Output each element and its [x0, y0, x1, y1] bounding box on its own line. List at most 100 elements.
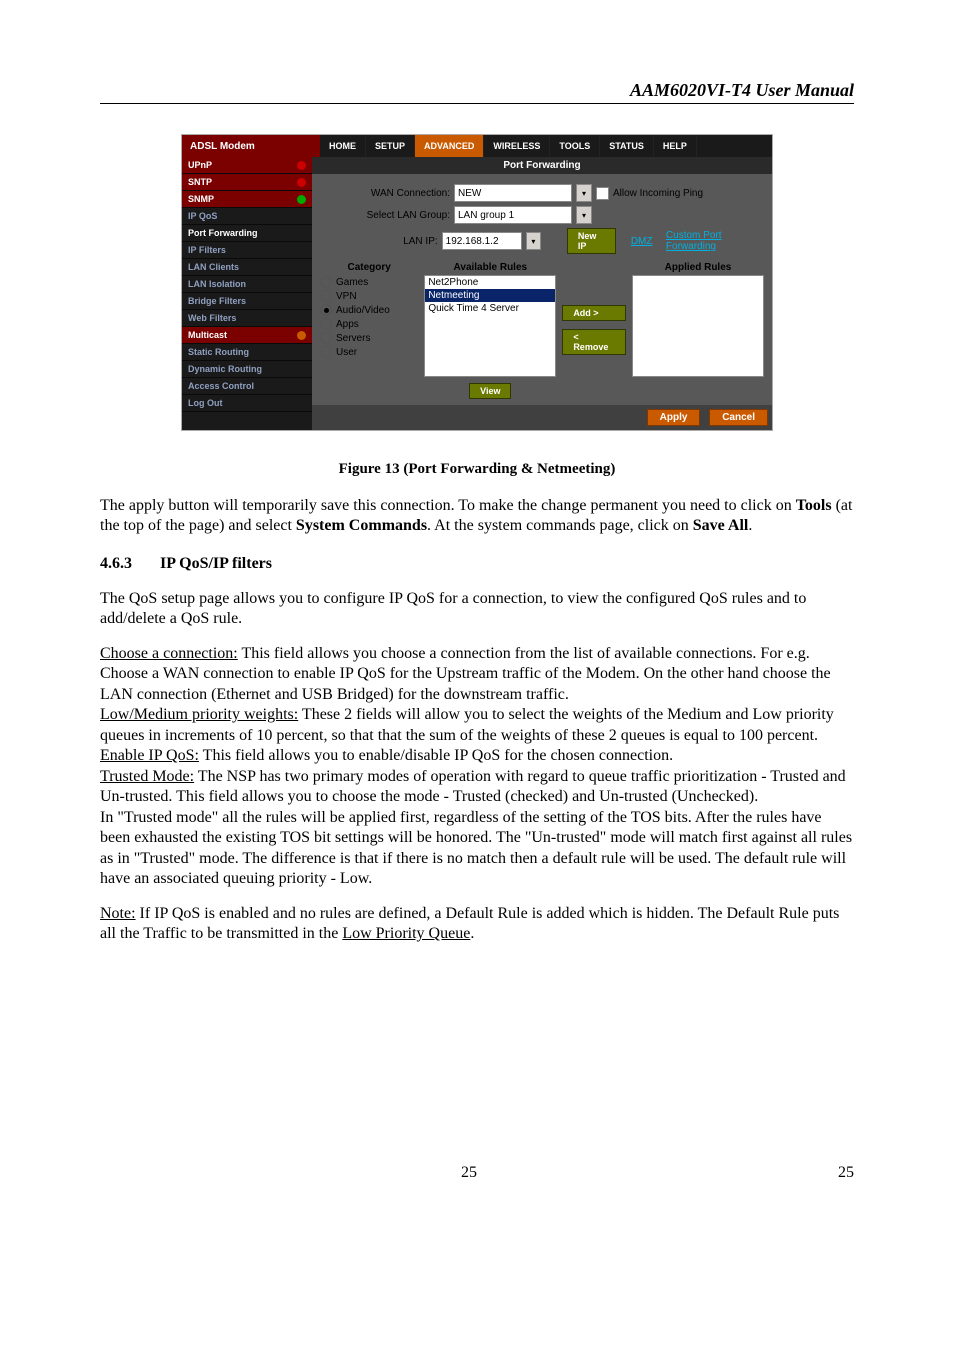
sidebar-label: Log Out [188, 398, 223, 408]
radio-icon [320, 346, 332, 358]
sidebar: UPnP SNTP SNMP IP QoS Port Forwarding IP… [182, 157, 312, 430]
sidebar-item-multicast[interactable]: Multicast [182, 327, 312, 344]
radio-label: Games [336, 277, 368, 288]
screenshot-port-forwarding: ADSL Modem HOME SETUP ADVANCED WIRELESS … [181, 134, 773, 431]
tab-wireless[interactable]: WIRELESS [484, 135, 550, 157]
section-heading: 4.6.3IP QoS/IP filters [100, 555, 854, 573]
sidebar-item-ip-filters[interactable]: IP Filters [182, 242, 312, 259]
sidebar-item-web-filters[interactable]: Web Filters [182, 310, 312, 327]
panel-footer: Apply Cancel [312, 405, 772, 430]
lan-ip-select[interactable]: 192.168.1.2 [442, 232, 522, 250]
applied-rules-header: Applied Rules [632, 260, 764, 275]
rule-item[interactable]: Net2Phone [425, 276, 555, 289]
dmz-link[interactable]: DMZ [631, 236, 653, 247]
sidebar-item-dynamic-routing[interactable]: Dynamic Routing [182, 361, 312, 378]
status-dot-icon [297, 331, 306, 340]
sidebar-item-access-control[interactable]: Access Control [182, 378, 312, 395]
dropdown-icon[interactable]: ▾ [576, 206, 592, 224]
sidebar-label: UPnP [188, 160, 212, 170]
sidebar-label: Multicast [188, 330, 227, 340]
sidebar-label: IP QoS [188, 211, 217, 221]
tab-setup[interactable]: SETUP [366, 135, 415, 157]
category-radio-games[interactable]: Games [320, 275, 418, 289]
applied-rules-list[interactable] [632, 275, 764, 377]
top-nav: ADSL Modem HOME SETUP ADVANCED WIRELESS … [182, 135, 772, 157]
radio-icon [320, 332, 332, 344]
sidebar-item-port-forwarding[interactable]: Port Forwarding [182, 225, 312, 242]
sidebar-label: SNMP [188, 194, 214, 204]
available-rules-header: Available Rules [424, 260, 556, 275]
radio-label: Apps [336, 319, 359, 330]
wan-connection-label: WAN Connection: [320, 188, 450, 199]
sidebar-label: Bridge Filters [188, 296, 246, 306]
page-number-right: 25 [838, 1164, 854, 1182]
wan-connection-select[interactable]: NEW [454, 184, 572, 202]
sidebar-label: Access Control [188, 381, 254, 391]
apply-button[interactable]: Apply [647, 409, 701, 426]
rule-item[interactable]: Quick Time 4 Server [425, 302, 555, 315]
available-rules-list[interactable]: Net2Phone Netmeeting Quick Time 4 Server [424, 275, 556, 377]
category-radio-servers[interactable]: Servers [320, 331, 418, 345]
tab-advanced[interactable]: ADVANCED [415, 135, 484, 157]
page-header: AAM6020VI-T4 User Manual [100, 80, 854, 104]
radio-label: User [336, 347, 357, 358]
sidebar-label: LAN Isolation [188, 279, 246, 289]
sidebar-item-static-routing[interactable]: Static Routing [182, 344, 312, 361]
radio-icon [320, 318, 332, 330]
radio-icon [320, 304, 332, 316]
sidebar-label: Static Routing [188, 347, 249, 357]
custom-port-forwarding-link[interactable]: Custom Port Forwarding [666, 230, 764, 252]
page-footer: 25 25 [100, 1164, 854, 1182]
dropdown-icon[interactable]: ▾ [576, 184, 592, 202]
remove-button[interactable]: < Remove [562, 329, 626, 355]
tab-tools[interactable]: TOOLS [550, 135, 600, 157]
figure-caption: Figure 13 (Port Forwarding & Netmeeting) [100, 461, 854, 478]
sidebar-item-snmp[interactable]: SNMP [182, 191, 312, 208]
radio-label: Servers [336, 333, 370, 344]
paragraph-trusted-mode: Trusted Mode: The NSP has two primary mo… [100, 767, 854, 808]
tab-help[interactable]: HELP [654, 135, 697, 157]
category-radio-user[interactable]: User [320, 345, 418, 359]
paragraph-trusted-detail: In "Trusted mode" all the rules will be … [100, 808, 854, 890]
sidebar-label: Port Forwarding [188, 228, 258, 238]
sidebar-item-sntp[interactable]: SNTP [182, 174, 312, 191]
cancel-button[interactable]: Cancel [709, 409, 768, 426]
category-radio-vpn[interactable]: VPN [320, 289, 418, 303]
sidebar-label: LAN Clients [188, 262, 239, 272]
sidebar-label: Dynamic Routing [188, 364, 262, 374]
tab-home[interactable]: HOME [320, 135, 366, 157]
tab-status[interactable]: STATUS [600, 135, 654, 157]
paragraph-enable-qos: Enable IP QoS: This field allows you to … [100, 746, 854, 766]
lan-group-label: Select LAN Group: [320, 210, 450, 221]
lan-ip-label: LAN IP: [320, 236, 438, 247]
view-button[interactable]: View [469, 383, 511, 399]
sidebar-label: Web Filters [188, 313, 236, 323]
sidebar-item-upnp[interactable]: UPnP [182, 157, 312, 174]
radio-icon [320, 290, 332, 302]
sidebar-item-ipqos[interactable]: IP QoS [182, 208, 312, 225]
main-panel: Port Forwarding WAN Connection: NEW ▾ Al… [312, 157, 772, 430]
sidebar-item-bridge-filters[interactable]: Bridge Filters [182, 293, 312, 310]
brand-label: ADSL Modem [182, 135, 320, 157]
sidebar-item-log-out[interactable]: Log Out [182, 395, 312, 412]
paragraph-choose-connection: Choose a connection: This field allows y… [100, 644, 854, 705]
add-button[interactable]: Add > [562, 305, 626, 321]
category-radio-audiovideo[interactable]: Audio/Video [320, 303, 418, 317]
sidebar-item-lan-isolation[interactable]: LAN Isolation [182, 276, 312, 293]
status-dot-icon [297, 178, 306, 187]
lan-group-select[interactable]: LAN group 1 [454, 206, 572, 224]
paragraph-lowmed: Low/Medium priority weights: These 2 fie… [100, 705, 854, 746]
category-radio-apps[interactable]: Apps [320, 317, 418, 331]
allow-ping-checkbox[interactable] [596, 187, 609, 200]
paragraph-intro: The QoS setup page allows you to configu… [100, 589, 854, 630]
status-dot-icon [297, 195, 306, 204]
dropdown-icon[interactable]: ▾ [526, 232, 541, 250]
page-number-center: 25 [461, 1164, 477, 1182]
status-dot-icon [297, 161, 306, 170]
radio-icon [320, 276, 332, 288]
sidebar-item-lan-clients[interactable]: LAN Clients [182, 259, 312, 276]
rule-item-selected[interactable]: Netmeeting [425, 289, 555, 302]
new-ip-button[interactable]: New IP [567, 228, 616, 254]
category-header: Category [320, 260, 418, 275]
paragraph-note: Note: If IP QoS is enabled and no rules … [100, 904, 854, 945]
